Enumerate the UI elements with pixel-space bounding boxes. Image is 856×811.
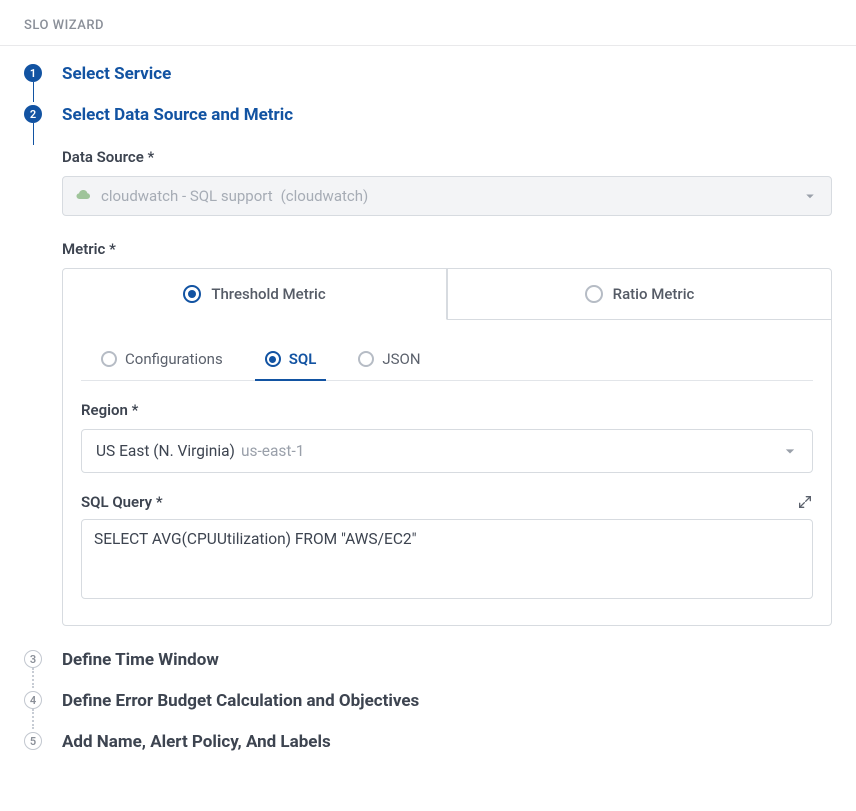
step-4: 4 Define Error Budget Calculation and Ob… [24, 689, 832, 712]
metric-label: Metric * [62, 240, 832, 258]
tab-ratio-metric[interactable]: Ratio Metric [447, 269, 831, 320]
region-code: us-east-1 [241, 442, 305, 460]
cloudwatch-icon [75, 187, 93, 205]
subtab-configurations-label: Configurations [125, 350, 223, 368]
data-source-label: Data Source * [62, 148, 832, 166]
step-title-time-window[interactable]: Define Time Window [62, 648, 832, 671]
radio-sql-icon [265, 351, 281, 367]
radio-configurations-icon [101, 351, 117, 367]
chevron-down-icon [780, 441, 800, 461]
tab-threshold-label: Threshold Metric [211, 285, 325, 303]
radio-threshold-icon [183, 285, 201, 303]
step-connector-3 [32, 668, 34, 688]
metric-type-tabs: Threshold Metric Ratio Metric [63, 269, 831, 320]
step-number-4: 4 [24, 691, 42, 709]
step-title-select-data-source: Select Data Source and Metric [62, 103, 832, 126]
step-number-1: 1 [24, 64, 42, 82]
tab-ratio-label: Ratio Metric [613, 285, 695, 303]
radio-ratio-icon [585, 285, 603, 303]
subtab-json-label: JSON [382, 350, 420, 368]
sql-query-label: SQL Query * [81, 493, 163, 511]
step-2: 2 Select Data Source and Metric Data Sou… [24, 103, 832, 626]
data-source-value: cloudwatch - SQL support [101, 187, 273, 205]
data-source-suffix: (cloudwatch) [281, 187, 369, 205]
subtab-configurations[interactable]: Configurations [95, 340, 229, 380]
subtab-sql[interactable]: SQL [259, 340, 323, 380]
step-number-2: 2 [24, 105, 42, 123]
step-connector-2 [33, 123, 35, 145]
wizard-content: 1 Select Service 2 Select Data Source an… [0, 62, 856, 811]
divider [0, 45, 856, 46]
data-source-select[interactable]: cloudwatch - SQL support (cloudwatch) [62, 176, 832, 216]
radio-json-icon [358, 351, 374, 367]
step-connector-1 [33, 82, 35, 102]
metric-card: Threshold Metric Ratio Metric [62, 268, 832, 626]
expand-icon[interactable] [797, 494, 813, 510]
region-select[interactable]: US East (N. Virginia) us-east-1 [81, 429, 813, 473]
region-label: Region * [81, 401, 813, 419]
region-name: US East (N. Virginia) [96, 442, 235, 460]
step-title-error-budget[interactable]: Define Error Budget Calculation and Obje… [62, 689, 832, 712]
step-connector-4 [32, 709, 34, 729]
subtab-sql-label: SQL [289, 350, 317, 368]
chevron-down-icon [801, 187, 819, 205]
step-title-name-labels[interactable]: Add Name, Alert Policy, And Labels [62, 730, 832, 753]
step-title-select-service[interactable]: Select Service [62, 62, 832, 85]
step-1: 1 Select Service [24, 62, 832, 85]
step-5: 5 Add Name, Alert Policy, And Labels [24, 730, 832, 753]
subtab-json[interactable]: JSON [352, 340, 426, 380]
tab-threshold-metric[interactable]: Threshold Metric [63, 269, 447, 320]
query-mode-tabs: Configurations SQL JSON [81, 340, 813, 381]
step-number-3: 3 [24, 650, 42, 668]
wizard-tag: SLO WIZARD [0, 0, 856, 45]
step-3: 3 Define Time Window [24, 648, 832, 671]
sql-query-input[interactable] [81, 519, 813, 599]
step-number-5: 5 [24, 732, 42, 750]
